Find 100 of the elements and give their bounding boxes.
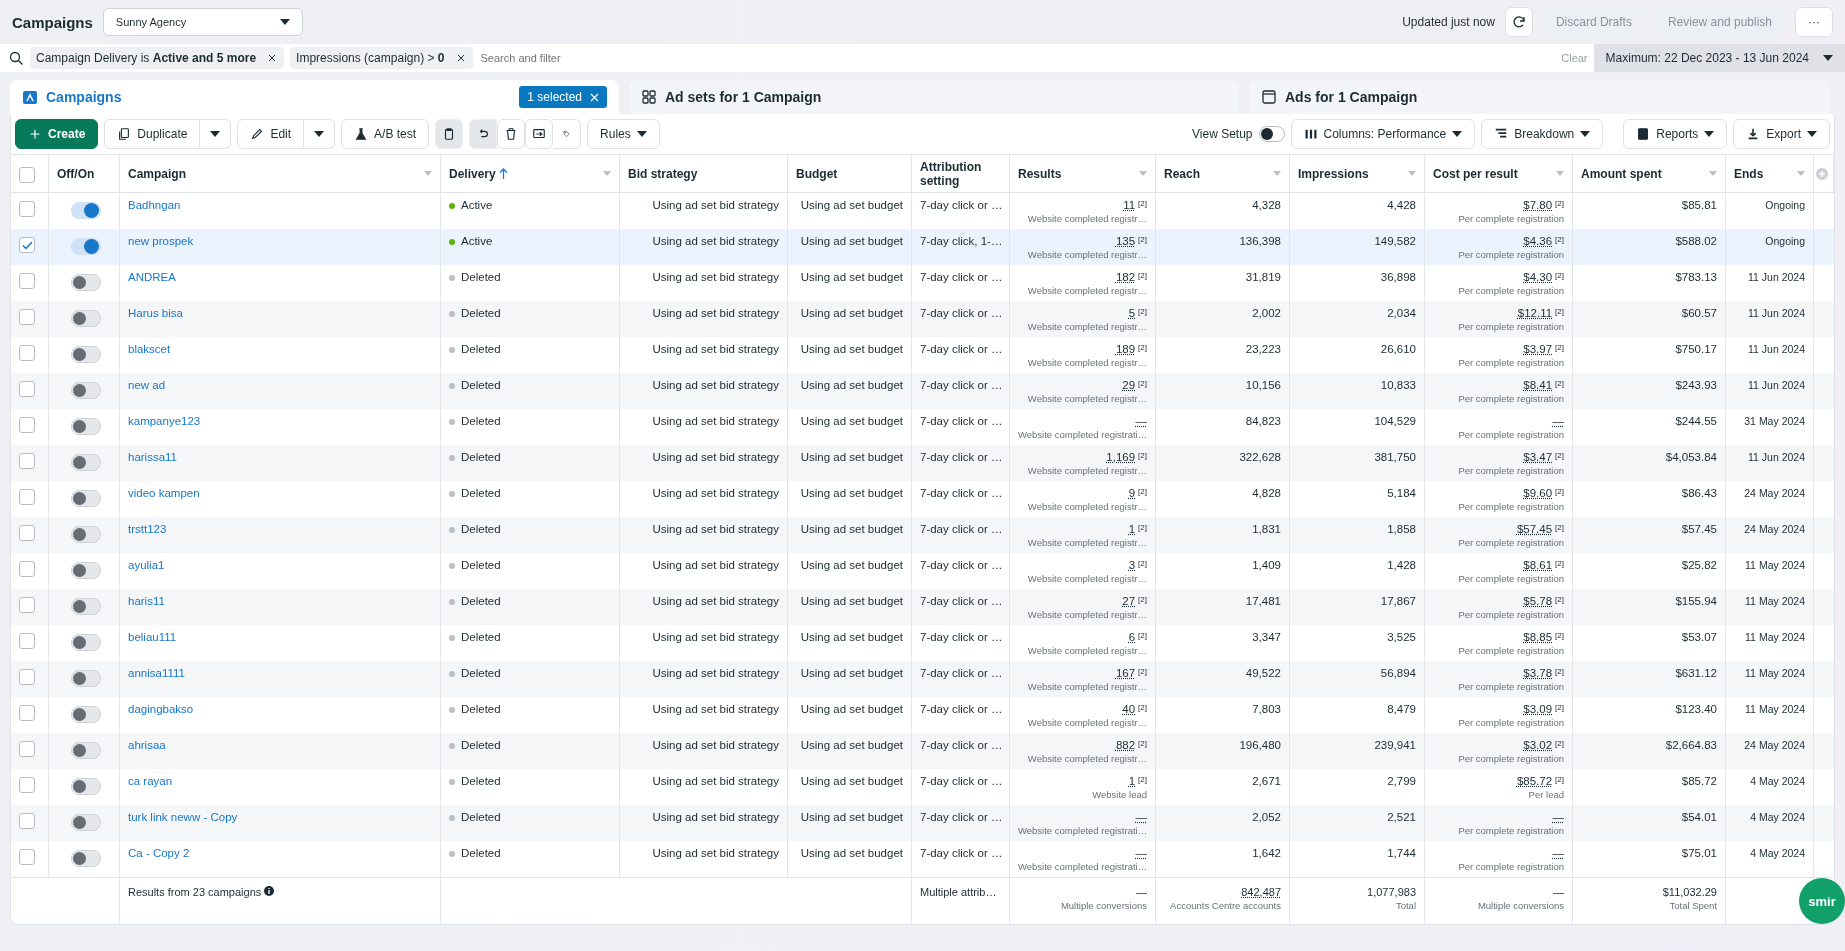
- reports-button[interactable]: Reports: [1623, 119, 1728, 149]
- campaign-name-link[interactable]: beliau111: [128, 631, 177, 643]
- column-header[interactable]: Bid strategy: [620, 155, 788, 192]
- breakdown-button[interactable]: Breakdown: [1481, 119, 1604, 149]
- row-checkbox[interactable]: [19, 273, 35, 289]
- campaign-name-link[interactable]: new prospek: [128, 235, 194, 247]
- table-row[interactable]: Harus bisa Deleted Using ad set bid strategy Using ad set budget 7-day click or … 5 [2] Website completed registr… 2,002 2,034 $12.11 [2] Per complete registration $60.57 11 Jun 2024: [11, 301, 1834, 337]
- campaign-toggle[interactable]: [71, 310, 101, 327]
- filter-chip[interactable]: Impressions (campaign) > 0: [290, 47, 473, 69]
- campaign-name-link[interactable]: ca rayan: [128, 775, 173, 787]
- row-checkbox[interactable]: [19, 381, 35, 397]
- row-checkbox[interactable]: [19, 525, 35, 541]
- column-header[interactable]: Cost per result: [1425, 155, 1573, 192]
- tab[interactable]: Campaigns 1 selected: [10, 80, 619, 114]
- table-row[interactable]: Ca - Copy 2 Deleted Using ad set bid strategy Using ad set budget 7-day click or … — Website completed registrati… 1,642 1,744 — Per complete registration $75.01 4 May 2024: [11, 841, 1834, 877]
- table-row[interactable]: haris11 Deleted Using ad set bid strategy Using ad set budget 7-day click or … 27 [2] Website completed registr… 17,481 17,867 $5.78 [2] Per complete registration $155.94 11 May 2024: [11, 589, 1834, 625]
- campaign-toggle[interactable]: [71, 670, 101, 687]
- campaign-toggle[interactable]: [71, 346, 101, 363]
- row-checkbox[interactable]: [19, 813, 35, 829]
- info-icon[interactable]: [264, 886, 275, 896]
- column-header[interactable]: Ends: [1726, 155, 1814, 192]
- campaign-name-link[interactable]: Badhngan: [128, 199, 181, 211]
- column-header[interactable]: Delivery: [441, 155, 620, 192]
- row-checkbox[interactable]: [19, 705, 35, 721]
- edit-button[interactable]: Edit: [237, 119, 305, 149]
- table-row[interactable]: annisa1111 Deleted Using ad set bid strategy Using ad set budget 7-day click or … 167 [2] Website completed registr… 49,522 56,894 $3.78 [2] Per complete registration $631.12 11 May 2024: [11, 661, 1834, 697]
- column-header[interactable]: Impressions: [1290, 155, 1425, 192]
- campaign-name-link[interactable]: Harus bisa: [128, 307, 183, 319]
- view-setup-switch[interactable]: [1258, 126, 1285, 142]
- column-header[interactable]: Off/On: [49, 155, 120, 192]
- create-button[interactable]: Create: [15, 119, 99, 149]
- edit-menu-button[interactable]: [304, 119, 336, 149]
- campaign-toggle[interactable]: [71, 454, 101, 471]
- campaign-toggle[interactable]: [71, 634, 101, 651]
- campaign-name-link[interactable]: ANDREA: [128, 271, 176, 283]
- campaign-toggle[interactable]: [71, 382, 101, 399]
- campaign-name-link[interactable]: harissa11: [128, 451, 177, 463]
- row-checkbox[interactable]: [19, 453, 35, 469]
- campaign-toggle[interactable]: [71, 706, 101, 723]
- more-button[interactable]: ···: [1795, 7, 1833, 37]
- campaign-name-link[interactable]: dagingbakso: [128, 703, 194, 715]
- row-checkbox[interactable]: [19, 633, 35, 649]
- column-header[interactable]: Reach: [1156, 155, 1290, 192]
- campaign-name-link[interactable]: new ad: [128, 379, 166, 391]
- row-checkbox[interactable]: [19, 417, 35, 433]
- clipboard-button[interactable]: [435, 119, 464, 149]
- selection-badge[interactable]: 1 selected: [519, 86, 607, 108]
- account-dropdown[interactable]: Sunny Agency: [102, 8, 303, 36]
- swap-button[interactable]: [525, 119, 554, 149]
- column-header[interactable]: Amount spent: [1573, 155, 1726, 192]
- row-checkbox[interactable]: [19, 201, 35, 217]
- undo-button[interactable]: [469, 119, 498, 149]
- column-header[interactable]: Budget: [788, 155, 912, 192]
- campaign-name-link[interactable]: Ca - Copy 2: [128, 847, 190, 859]
- tab[interactable]: Ads for 1 Campaign: [1249, 80, 1829, 114]
- date-range-dropdown[interactable]: Maximum: 22 Dec 2023 - 13 Jun 2024: [1593, 44, 1845, 72]
- campaign-toggle[interactable]: [71, 238, 101, 255]
- row-checkbox[interactable]: [19, 669, 35, 685]
- column-header[interactable]: Attribution setting: [912, 155, 1010, 192]
- table-row[interactable]: trstt123 Deleted Using ad set bid strategy Using ad set budget 7-day click or … 1 [2] Website completed registr… 1,831 1,858 $57.45 [2] Per complete registration $57.45 24 May 2024: [11, 517, 1834, 553]
- refresh-button[interactable]: [1504, 7, 1533, 37]
- campaign-name-link[interactable]: annisa1111: [128, 667, 185, 679]
- campaign-toggle[interactable]: [71, 490, 101, 507]
- row-checkbox[interactable]: [19, 309, 35, 325]
- filter-chip[interactable]: Campaign Delivery is Active and 5 more: [30, 47, 285, 69]
- campaign-toggle[interactable]: [71, 742, 101, 759]
- search-bar[interactable]: Campaign Delivery is Active and 5 more Impressions (campaign) > 0 Search and filter Clear Maximum: 22 Dec 2023 - 13 Jun 2024: [0, 44, 1845, 72]
- column-header[interactable]: Campaign: [120, 155, 441, 192]
- ab-test-button[interactable]: A/B test: [341, 119, 430, 149]
- row-checkbox[interactable]: [19, 345, 35, 361]
- row-checkbox[interactable]: [19, 237, 35, 253]
- campaign-name-link[interactable]: kampanye123: [128, 415, 201, 427]
- table-row[interactable]: harissa11 Deleted Using ad set bid strategy Using ad set budget 7-day click or … 1,169 [2] Website completed registr… 322,628 381,750 $3.47 [2] Per complete registration $4,053.84 11 Jun 2024: [11, 445, 1834, 481]
- duplicate-menu-button[interactable]: [200, 119, 232, 149]
- rules-button[interactable]: Rules: [587, 119, 660, 149]
- campaign-toggle[interactable]: [71, 778, 101, 795]
- table-row[interactable]: new ad Deleted Using ad set bid strategy Using ad set budget 7-day click or … 29 [2] Website completed registr… 10,156 10,833 $8.41 [2] Per complete registration $243.93 11 Jun 2024: [11, 373, 1834, 409]
- columns-button[interactable]: Columns: Performance: [1290, 119, 1476, 149]
- column-header[interactable]: Results: [1010, 155, 1156, 192]
- duplicate-button[interactable]: Duplicate: [104, 119, 201, 149]
- campaign-name-link[interactable]: ahrisaa: [128, 739, 166, 751]
- export-button[interactable]: Export: [1733, 119, 1830, 149]
- campaign-toggle[interactable]: [71, 562, 101, 579]
- tab[interactable]: Ad sets for 1 Campaign: [629, 80, 1239, 114]
- select-all-checkbox[interactable]: [19, 166, 35, 183]
- campaign-toggle[interactable]: [71, 274, 101, 291]
- campaign-name-link[interactable]: blakscet: [128, 343, 171, 355]
- campaign-name-link[interactable]: haris11: [128, 595, 165, 607]
- campaign-toggle[interactable]: [71, 418, 101, 435]
- row-checkbox[interactable]: [19, 561, 35, 577]
- row-checkbox[interactable]: [19, 777, 35, 793]
- campaign-toggle[interactable]: [71, 202, 101, 219]
- campaign-toggle[interactable]: [71, 526, 101, 543]
- row-checkbox[interactable]: [19, 741, 35, 757]
- row-checkbox[interactable]: [19, 849, 35, 865]
- campaign-name-link[interactable]: turk link neww - Copy: [128, 811, 238, 823]
- row-checkbox[interactable]: [19, 597, 35, 613]
- row-checkbox[interactable]: [19, 489, 35, 505]
- table-row[interactable]: new prospek Active Using ad set bid strategy Using ad set budget 7-day click, 1-… 135 [2] Website completed registr… 136,398 149,582 $4.36 [2] Per complete registration $588.02 Ongoing: [11, 229, 1834, 265]
- table-row[interactable]: turk link neww - Copy Deleted Using ad set bid strategy Using ad set budget 7-day click or … — Website completed registrati… 2,052 2,521 — Per complete registration $54.01 4 May 2024: [11, 805, 1834, 841]
